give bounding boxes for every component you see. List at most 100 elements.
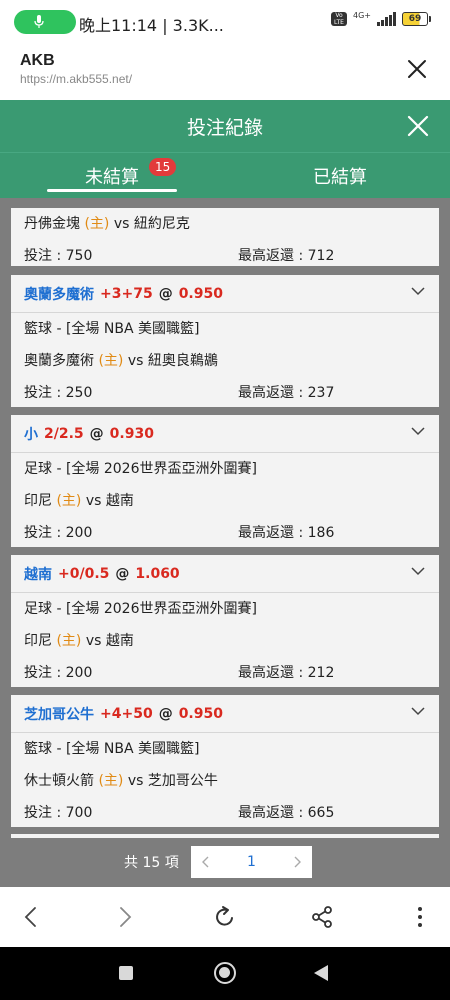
vs-label: vs <box>85 633 106 649</box>
home-tag: (主) <box>98 353 124 369</box>
home-team: 奧蘭多魔術 <box>24 353 94 369</box>
max-return-value: 237 <box>307 385 335 401</box>
bet-odds: 0.950 <box>178 705 223 722</box>
bet-amounts: 投注 : 200 最高返還 : 186 <box>24 517 426 549</box>
volte-label: Vo LTE <box>334 12 344 26</box>
unsettled-count-badge: 15 <box>149 158 177 176</box>
chevron-down-icon[interactable] <box>411 286 425 296</box>
max-return-label: 最高返還 : <box>238 248 308 264</box>
bet-match: 奧蘭多魔術 (主) vs 紐奧良鵜鶘 <box>24 345 426 377</box>
home-team: 印尼 <box>24 633 52 649</box>
stake-label: 投注 : <box>24 248 66 264</box>
away-team: 芝加哥公牛 <box>147 773 218 789</box>
home-icon[interactable] <box>214 962 236 984</box>
bet-pick: 小 <box>24 426 38 443</box>
arrow-right-icon <box>120 907 132 927</box>
bet-card[interactable]: 芝加哥公牛 +4+50 @ 0.950 籃球 - [全場 NBA 美國職籃] 休… <box>11 695 439 827</box>
stake-label: 投注 : <box>24 805 66 821</box>
tab-unsettled-label: 未結算 <box>85 167 139 188</box>
bet-card[interactable]: 丹佛金塊 (主) vs 紐約尼克 投注 : 750 最高返還 : 712 <box>11 208 439 266</box>
away-team: 越南 <box>105 633 134 649</box>
bet-card[interactable]: 奧蘭多魔術 +3+75 @ 0.950 籃球 - [全場 NBA 美國職籃] 奧… <box>11 275 439 407</box>
bet-card-header[interactable]: 芝加哥公牛 +4+50 @ 0.950 <box>11 695 439 733</box>
stake-value: 750 <box>65 248 93 264</box>
status-icons: Vo LTE 4G+ 69 <box>331 10 431 26</box>
network-type: 4G+ <box>353 10 371 20</box>
away-team: 越南 <box>105 493 134 509</box>
max-return-label: 最高返還 : <box>238 805 308 821</box>
bet-line: +4+50 <box>100 705 153 722</box>
pagination: 1 <box>191 846 312 878</box>
modal-close-icon[interactable] <box>404 112 432 140</box>
stake-label: 投注 : <box>24 525 66 541</box>
bet-league: 足球 - [全場 2026世界盃亞洲外圍賽] <box>24 461 257 477</box>
tab-settled[interactable]: 已結算 <box>275 153 405 199</box>
chevron-down-icon[interactable] <box>411 426 425 436</box>
home-team: 印尼 <box>24 493 52 509</box>
max-return-label: 最高返還 : <box>238 665 308 681</box>
bet-line: 2/2.5 <box>44 425 84 442</box>
bet-card[interactable]: 小 2/2.5 @ 0.930 足球 - [全場 2026世界盃亞洲外圍賽] 印… <box>11 415 439 547</box>
back-triangle-icon[interactable] <box>314 965 328 981</box>
chevron-down-icon[interactable] <box>411 706 425 716</box>
bet-match: 丹佛金塊 (主) vs 紐約尼克 <box>24 208 426 240</box>
bet-league: 籃球 - [全場 NBA 美國職籃] <box>24 321 200 337</box>
bet-pick: 芝加哥公牛 <box>24 706 94 723</box>
max-return-value: 186 <box>307 525 335 541</box>
system-nav-bar <box>0 947 450 1000</box>
browser-header: AKB https://m.akb555.net/ <box>0 44 450 100</box>
max-return-value: 665 <box>307 805 335 821</box>
browser-forward-button[interactable] <box>112 903 140 931</box>
mic-indicator[interactable] <box>14 10 76 34</box>
bet-amounts: 投注 : 750 最高返還 : 712 <box>24 240 426 272</box>
bet-card-header[interactable]: 奧蘭多魔術 +3+75 @ 0.950 <box>11 275 439 313</box>
bet-list[interactable]: 丹佛金塊 (主) vs 紐約尼克 投注 : 750 最高返還 : 712 奧蘭多… <box>0 198 450 838</box>
battery-level: 69 <box>408 14 422 24</box>
bet-odds: 1.060 <box>135 565 180 582</box>
bet-pick: 奧蘭多魔術 <box>24 286 94 303</box>
modal-header: 投注紀錄 <box>0 100 450 152</box>
site-url[interactable]: https://m.akb555.net/ <box>20 72 132 86</box>
pagination-total: 共 15 項 <box>124 855 179 871</box>
bet-odds: 0.930 <box>109 425 154 442</box>
browser-toolbar <box>0 887 450 947</box>
modal-title: 投注紀錄 <box>186 117 263 139</box>
close-icon[interactable] <box>406 58 428 80</box>
max-return-value: 212 <box>307 665 335 681</box>
home-tag: (主) <box>56 633 82 649</box>
bet-league: 足球 - [全場 2026世界盃亞洲外圍賽] <box>24 601 257 617</box>
stake-label: 投注 : <box>24 385 66 401</box>
share-button[interactable] <box>308 903 336 931</box>
status-time-text: 晚上11:14 | 3.3K... <box>79 16 224 35</box>
bet-amounts: 投注 : 700 最高返還 : 665 <box>24 797 426 829</box>
max-return-value: 712 <box>307 248 335 264</box>
arrow-left-icon <box>24 907 36 927</box>
chevron-down-icon[interactable] <box>411 566 425 576</box>
site-title: AKB <box>20 52 55 69</box>
bet-match: 休士頓火箭 (主) vs 芝加哥公牛 <box>24 765 426 797</box>
signal-icon <box>377 12 396 26</box>
bet-card-header[interactable]: 越南 +0/0.5 @ 1.060 <box>11 555 439 593</box>
stake-value: 200 <box>65 525 93 541</box>
vs-label: vs <box>127 353 148 369</box>
microphone-icon <box>34 15 44 28</box>
home-tag: (主) <box>84 216 110 232</box>
bet-match: 印尼 (主) vs 越南 <box>24 625 426 657</box>
current-page-number[interactable]: 1 <box>221 854 282 870</box>
volte-icon: Vo LTE <box>331 12 347 26</box>
bet-card[interactable]: 越南 +0/0.5 @ 1.060 足球 - [全場 2026世界盃亞洲外圍賽]… <box>11 555 439 687</box>
recent-apps-icon[interactable] <box>119 966 133 980</box>
bet-pick: 越南 <box>24 566 52 583</box>
home-team: 丹佛金塊 <box>24 216 80 232</box>
home-team: 休士頓火箭 <box>24 773 94 789</box>
more-menu-button[interactable] <box>406 903 434 931</box>
browser-back-button[interactable] <box>16 903 44 931</box>
reload-button[interactable] <box>211 903 239 931</box>
next-page-button[interactable] <box>282 846 312 878</box>
away-team: 紐約尼克 <box>133 216 190 232</box>
at-label: @ <box>89 425 104 442</box>
prev-page-button[interactable] <box>191 846 221 878</box>
bet-tabs: 未結算 15 已結算 <box>0 152 450 198</box>
bet-line: +3+75 <box>100 285 153 302</box>
bet-card-header[interactable]: 小 2/2.5 @ 0.930 <box>11 415 439 453</box>
